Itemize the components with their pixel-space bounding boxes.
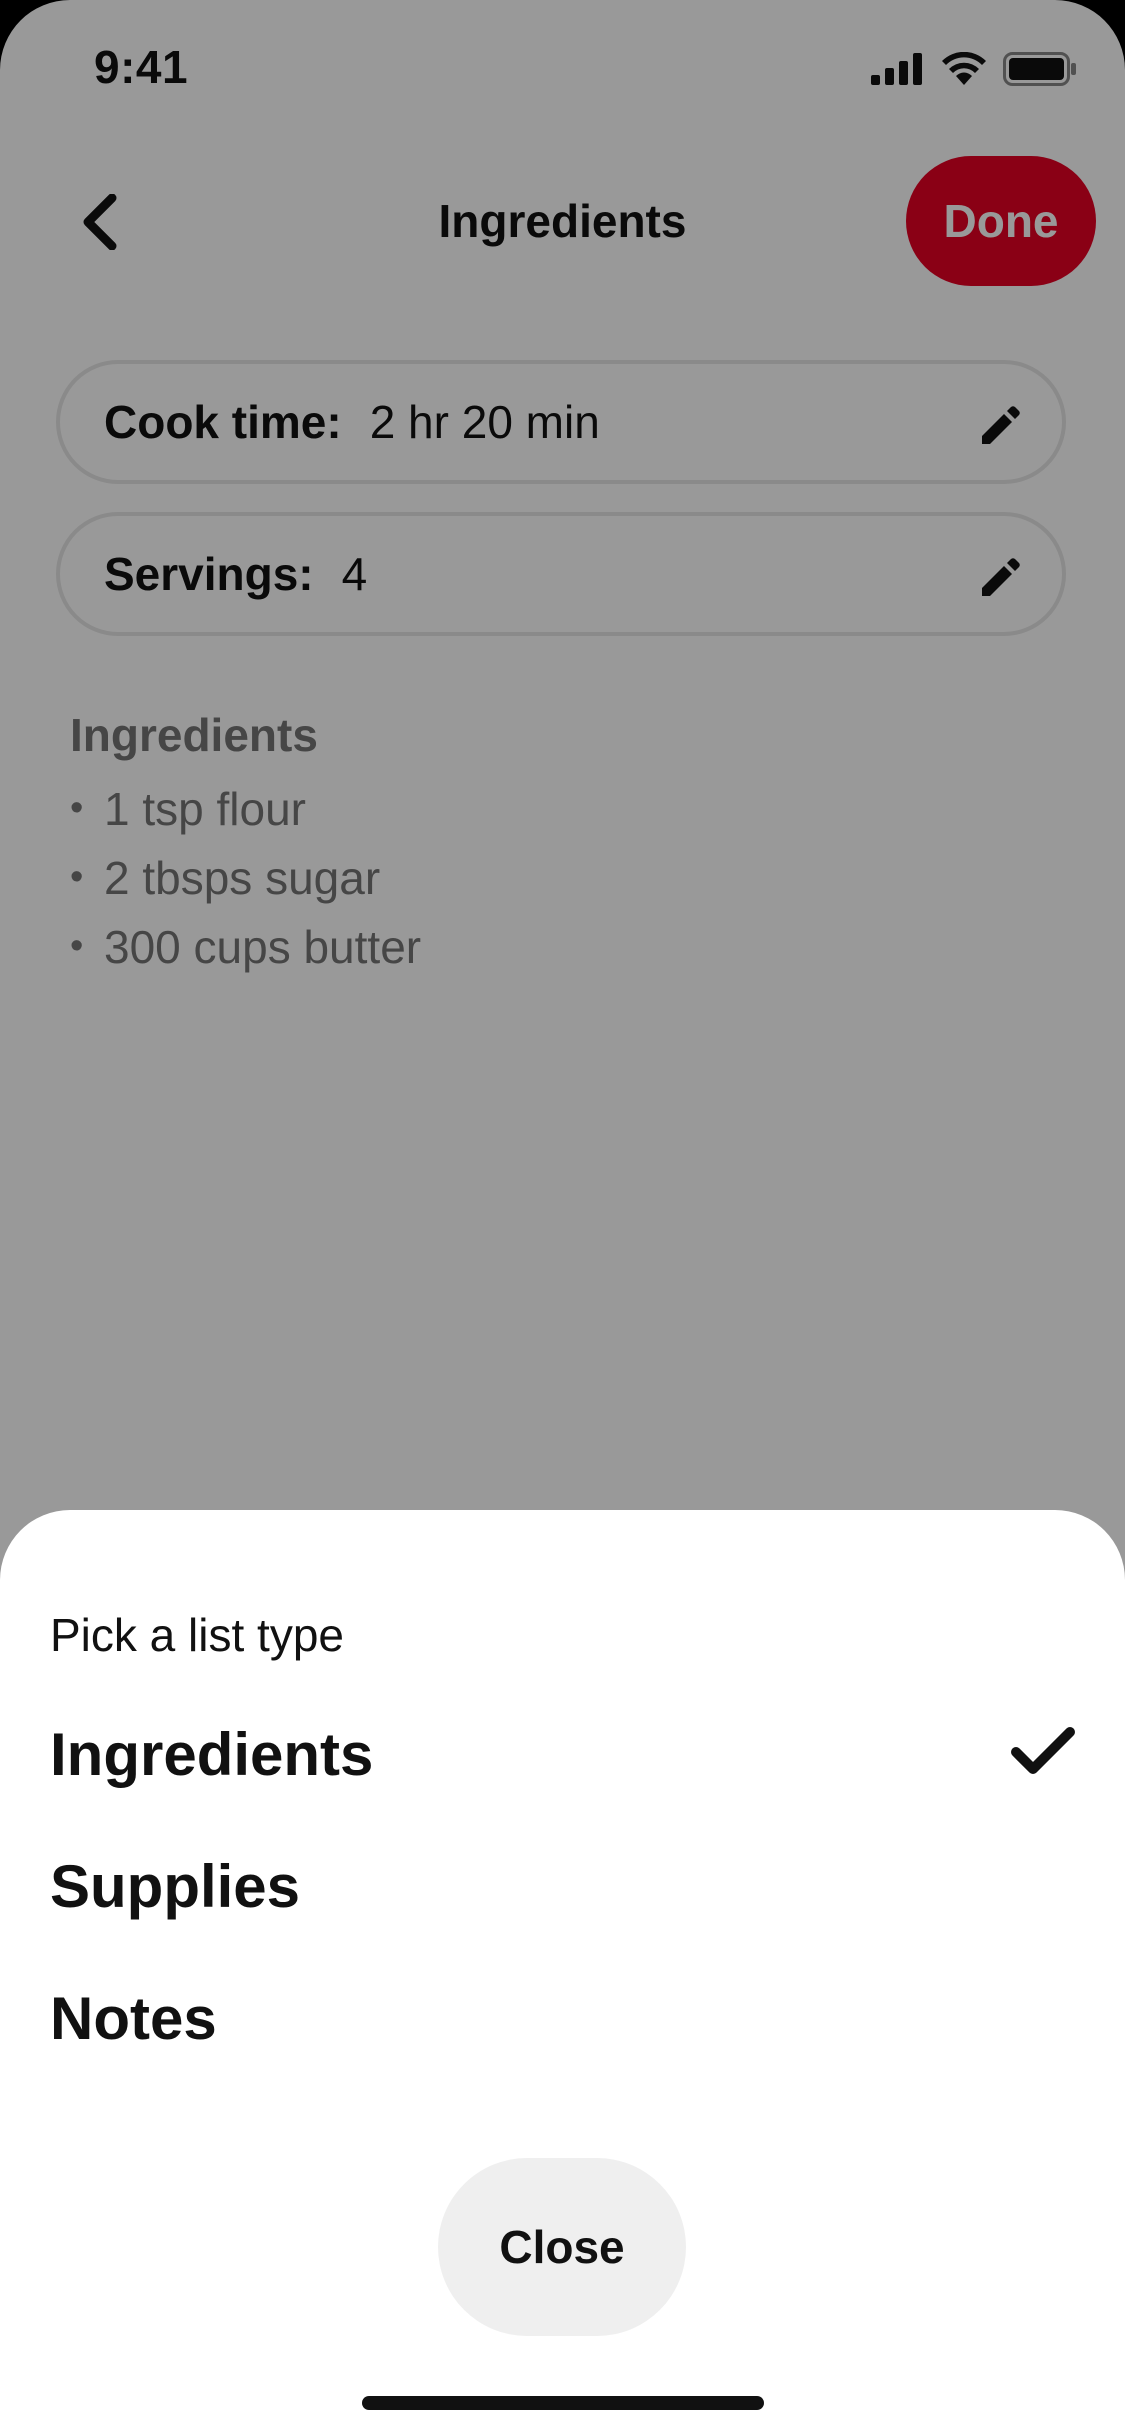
sheet-title: Pick a list type bbox=[50, 1609, 344, 1661]
checkmark-icon bbox=[1011, 1727, 1075, 1774]
device-corner bbox=[1055, 0, 1125, 70]
list-type-sheet: Pick a list type Ingredients Supplies No… bbox=[0, 1510, 1125, 2436]
option-notes[interactable]: Notes bbox=[0, 1948, 1125, 2080]
device-corner bbox=[0, 0, 70, 70]
option-label: Supplies bbox=[50, 1853, 301, 1920]
option-label: Ingredients bbox=[50, 1721, 374, 1788]
close-button[interactable]: Close bbox=[438, 2158, 686, 2336]
option-ingredients[interactable]: Ingredients bbox=[0, 1684, 1125, 1816]
option-supplies[interactable]: Supplies bbox=[0, 1816, 1125, 1948]
option-label: Notes bbox=[50, 1985, 217, 2052]
home-indicator[interactable] bbox=[362, 2396, 764, 2410]
screen: 9:41 Ingredients Done Cook time: 2 hr 20… bbox=[0, 0, 1125, 2436]
